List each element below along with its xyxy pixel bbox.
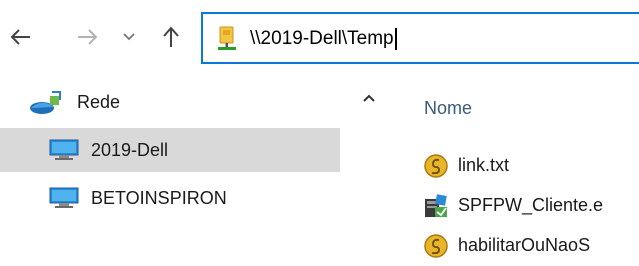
chevron-down-icon	[123, 33, 135, 41]
navigation-toolbar: \\2019-Dell\Temp	[0, 0, 639, 80]
network-icon	[30, 90, 64, 116]
recent-locations-button[interactable]	[114, 22, 144, 52]
computer-icon	[49, 139, 79, 161]
nav-item-label: BETOINSPIRON	[91, 188, 227, 208]
network-drive-icon	[217, 25, 237, 58]
installer-file-icon	[423, 193, 449, 222]
chevron-up-icon	[362, 90, 376, 107]
computer-icon	[49, 187, 79, 209]
nav-item-rede[interactable]: Rede	[0, 80, 340, 124]
nav-item-label: 2019-Dell	[91, 140, 169, 160]
text-cursor	[394, 28, 397, 50]
collapse-button[interactable]	[362, 90, 376, 108]
up-button[interactable]	[156, 22, 186, 52]
file-row[interactable]: link.txt	[423, 150, 639, 182]
address-input[interactable]: \\2019-Dell\Temp	[250, 28, 397, 50]
address-bar[interactable]: \\2019-Dell\Temp	[201, 12, 639, 64]
nav-item-betoinspiron[interactable]: BETOINSPIRON	[0, 176, 340, 220]
file-name: link.txt	[458, 155, 510, 175]
file-row[interactable]: habilitarOuNaoS	[423, 230, 639, 262]
file-row[interactable]: SPFPW_Cliente.e	[423, 190, 639, 222]
script-file-icon	[423, 233, 449, 262]
file-name: SPFPW_Cliente.e	[458, 195, 604, 215]
file-name: habilitarOuNaoS	[458, 235, 591, 255]
script-file-icon	[423, 153, 449, 182]
nav-item-2019-dell[interactable]: 2019-Dell	[0, 128, 340, 172]
nav-item-label: Rede	[77, 92, 121, 112]
arrow-up-icon	[162, 26, 180, 48]
arrow-right-icon	[76, 28, 98, 46]
arrow-left-icon	[10, 28, 32, 46]
column-header-name[interactable]: Nome	[424, 98, 472, 119]
back-button[interactable]	[6, 22, 36, 52]
forward-button[interactable]	[72, 22, 102, 52]
